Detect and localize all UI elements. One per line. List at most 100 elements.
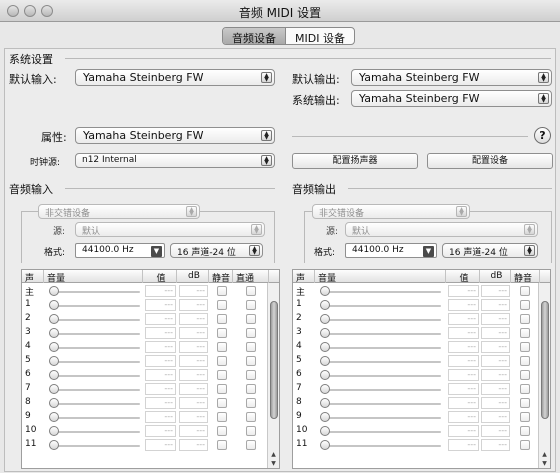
clock-source-popup[interactable]: n12 Internal ▲ ▼: [75, 153, 275, 168]
column-header-value[interactable]: 值: [446, 270, 480, 283]
db-field[interactable]: ---: [179, 299, 208, 311]
mute-checkbox[interactable]: [520, 370, 530, 380]
mute-checkbox[interactable]: [520, 300, 530, 310]
mute-checkbox[interactable]: [520, 412, 530, 422]
thru-checkbox[interactable]: [246, 286, 256, 296]
mute-checkbox[interactable]: [217, 384, 227, 394]
mute-checkbox[interactable]: [520, 314, 530, 324]
scroll-up-arrow-icon[interactable]: ▲: [269, 450, 278, 459]
system-output-popup[interactable]: Yamaha Steinberg FW ▲ ▼: [351, 90, 552, 107]
volume-slider-knob[interactable]: [320, 356, 330, 366]
scroll-down-arrow-icon[interactable]: ▼: [540, 459, 549, 468]
tab-midi-devices[interactable]: MIDI 设备: [286, 28, 354, 44]
thru-checkbox[interactable]: [246, 314, 256, 324]
value-field[interactable]: ---: [448, 299, 479, 311]
volume-slider-track[interactable]: [323, 417, 441, 419]
volume-slider-knob[interactable]: [320, 314, 330, 324]
thru-checkbox[interactable]: [246, 398, 256, 408]
value-field[interactable]: ---: [448, 369, 479, 381]
scroll-up-arrow-icon[interactable]: ▲: [540, 450, 549, 459]
volume-slider-track[interactable]: [52, 347, 140, 349]
value-field[interactable]: ---: [145, 397, 176, 409]
input-table-scrollbar[interactable]: ▲ ▼: [267, 283, 279, 468]
output-channels-popup[interactable]: 16 声道-24 位 ▲ ▼: [442, 243, 538, 258]
volume-slider-track[interactable]: [52, 333, 140, 335]
mute-checkbox[interactable]: [520, 384, 530, 394]
db-field[interactable]: ---: [481, 383, 510, 395]
scroll-thumb[interactable]: [541, 301, 549, 419]
value-field[interactable]: ---: [145, 369, 176, 381]
volume-slider-knob[interactable]: [320, 342, 330, 352]
value-field[interactable]: ---: [448, 341, 479, 353]
db-field[interactable]: ---: [481, 425, 510, 437]
volume-slider-track[interactable]: [52, 361, 140, 363]
volume-slider-track[interactable]: [52, 431, 140, 433]
volume-slider-knob[interactable]: [49, 384, 59, 394]
volume-slider-knob[interactable]: [49, 314, 59, 324]
volume-slider-knob[interactable]: [320, 384, 330, 394]
column-header-channel[interactable]: 声: [22, 270, 44, 283]
mute-checkbox[interactable]: [217, 300, 227, 310]
mute-checkbox[interactable]: [217, 412, 227, 422]
column-header-channel[interactable]: 声: [293, 270, 315, 283]
volume-slider-knob[interactable]: [320, 370, 330, 380]
thru-checkbox[interactable]: [246, 412, 256, 422]
db-field[interactable]: ---: [481, 341, 510, 353]
db-field[interactable]: ---: [179, 341, 208, 353]
volume-slider-knob[interactable]: [49, 440, 59, 450]
value-field[interactable]: ---: [448, 383, 479, 395]
value-field[interactable]: ---: [448, 313, 479, 325]
thru-checkbox[interactable]: [246, 426, 256, 436]
volume-slider-knob[interactable]: [49, 356, 59, 366]
db-field[interactable]: ---: [481, 313, 510, 325]
output-stream-popup[interactable]: 非交错设备 ▲ ▼: [312, 204, 470, 219]
volume-slider-track[interactable]: [323, 361, 441, 363]
thru-checkbox[interactable]: [246, 328, 256, 338]
volume-slider-track[interactable]: [323, 445, 441, 447]
configure-speakers-button[interactable]: 配置扬声器: [292, 153, 418, 169]
volume-slider-knob[interactable]: [49, 328, 59, 338]
help-icon[interactable]: ?: [534, 127, 551, 144]
volume-slider-knob[interactable]: [320, 426, 330, 436]
volume-slider-knob[interactable]: [49, 370, 59, 380]
db-field[interactable]: ---: [481, 369, 510, 381]
volume-slider-knob[interactable]: [320, 328, 330, 338]
thru-checkbox[interactable]: [246, 356, 256, 366]
volume-slider-track[interactable]: [323, 319, 441, 321]
output-source-popup[interactable]: 默认 ▲ ▼: [345, 222, 538, 237]
volume-slider-track[interactable]: [52, 403, 140, 405]
volume-slider-knob[interactable]: [320, 398, 330, 408]
column-header-thru[interactable]: 直通: [233, 270, 269, 283]
value-field[interactable]: ---: [145, 355, 176, 367]
db-field[interactable]: ---: [481, 327, 510, 339]
input-source-popup[interactable]: 默认 ▲ ▼: [75, 222, 265, 237]
thru-checkbox[interactable]: [246, 342, 256, 352]
value-field[interactable]: ---: [448, 327, 479, 339]
column-header-volume[interactable]: 音量: [44, 270, 143, 283]
mute-checkbox[interactable]: [217, 342, 227, 352]
input-stream-popup[interactable]: 非交错设备 ▲ ▼: [38, 204, 200, 219]
volume-slider-knob[interactable]: [49, 286, 59, 296]
tab-audio-devices[interactable]: 音频设备: [223, 28, 286, 44]
volume-slider-track[interactable]: [323, 347, 441, 349]
column-header-db[interactable]: dB: [177, 270, 209, 283]
volume-slider-track[interactable]: [52, 375, 140, 377]
volume-slider-track[interactable]: [52, 445, 140, 447]
mute-checkbox[interactable]: [217, 328, 227, 338]
db-field[interactable]: ---: [179, 439, 208, 451]
volume-slider-knob[interactable]: [320, 300, 330, 310]
db-field[interactable]: ---: [481, 411, 510, 423]
default-input-popup[interactable]: Yamaha Steinberg FW ▲ ▼: [75, 69, 275, 86]
db-field[interactable]: ---: [179, 313, 208, 325]
column-header-mute[interactable]: 静音: [511, 270, 540, 283]
db-field[interactable]: ---: [179, 355, 208, 367]
mute-checkbox[interactable]: [520, 426, 530, 436]
db-field[interactable]: ---: [179, 383, 208, 395]
volume-slider-track[interactable]: [52, 291, 140, 293]
mute-checkbox[interactable]: [520, 398, 530, 408]
properties-device-popup[interactable]: Yamaha Steinberg FW ▲ ▼: [75, 127, 275, 144]
value-field[interactable]: ---: [145, 411, 176, 423]
value-field[interactable]: ---: [145, 425, 176, 437]
default-output-popup[interactable]: Yamaha Steinberg FW ▲ ▼: [351, 69, 552, 86]
scroll-down-arrow-icon[interactable]: ▼: [269, 459, 278, 468]
